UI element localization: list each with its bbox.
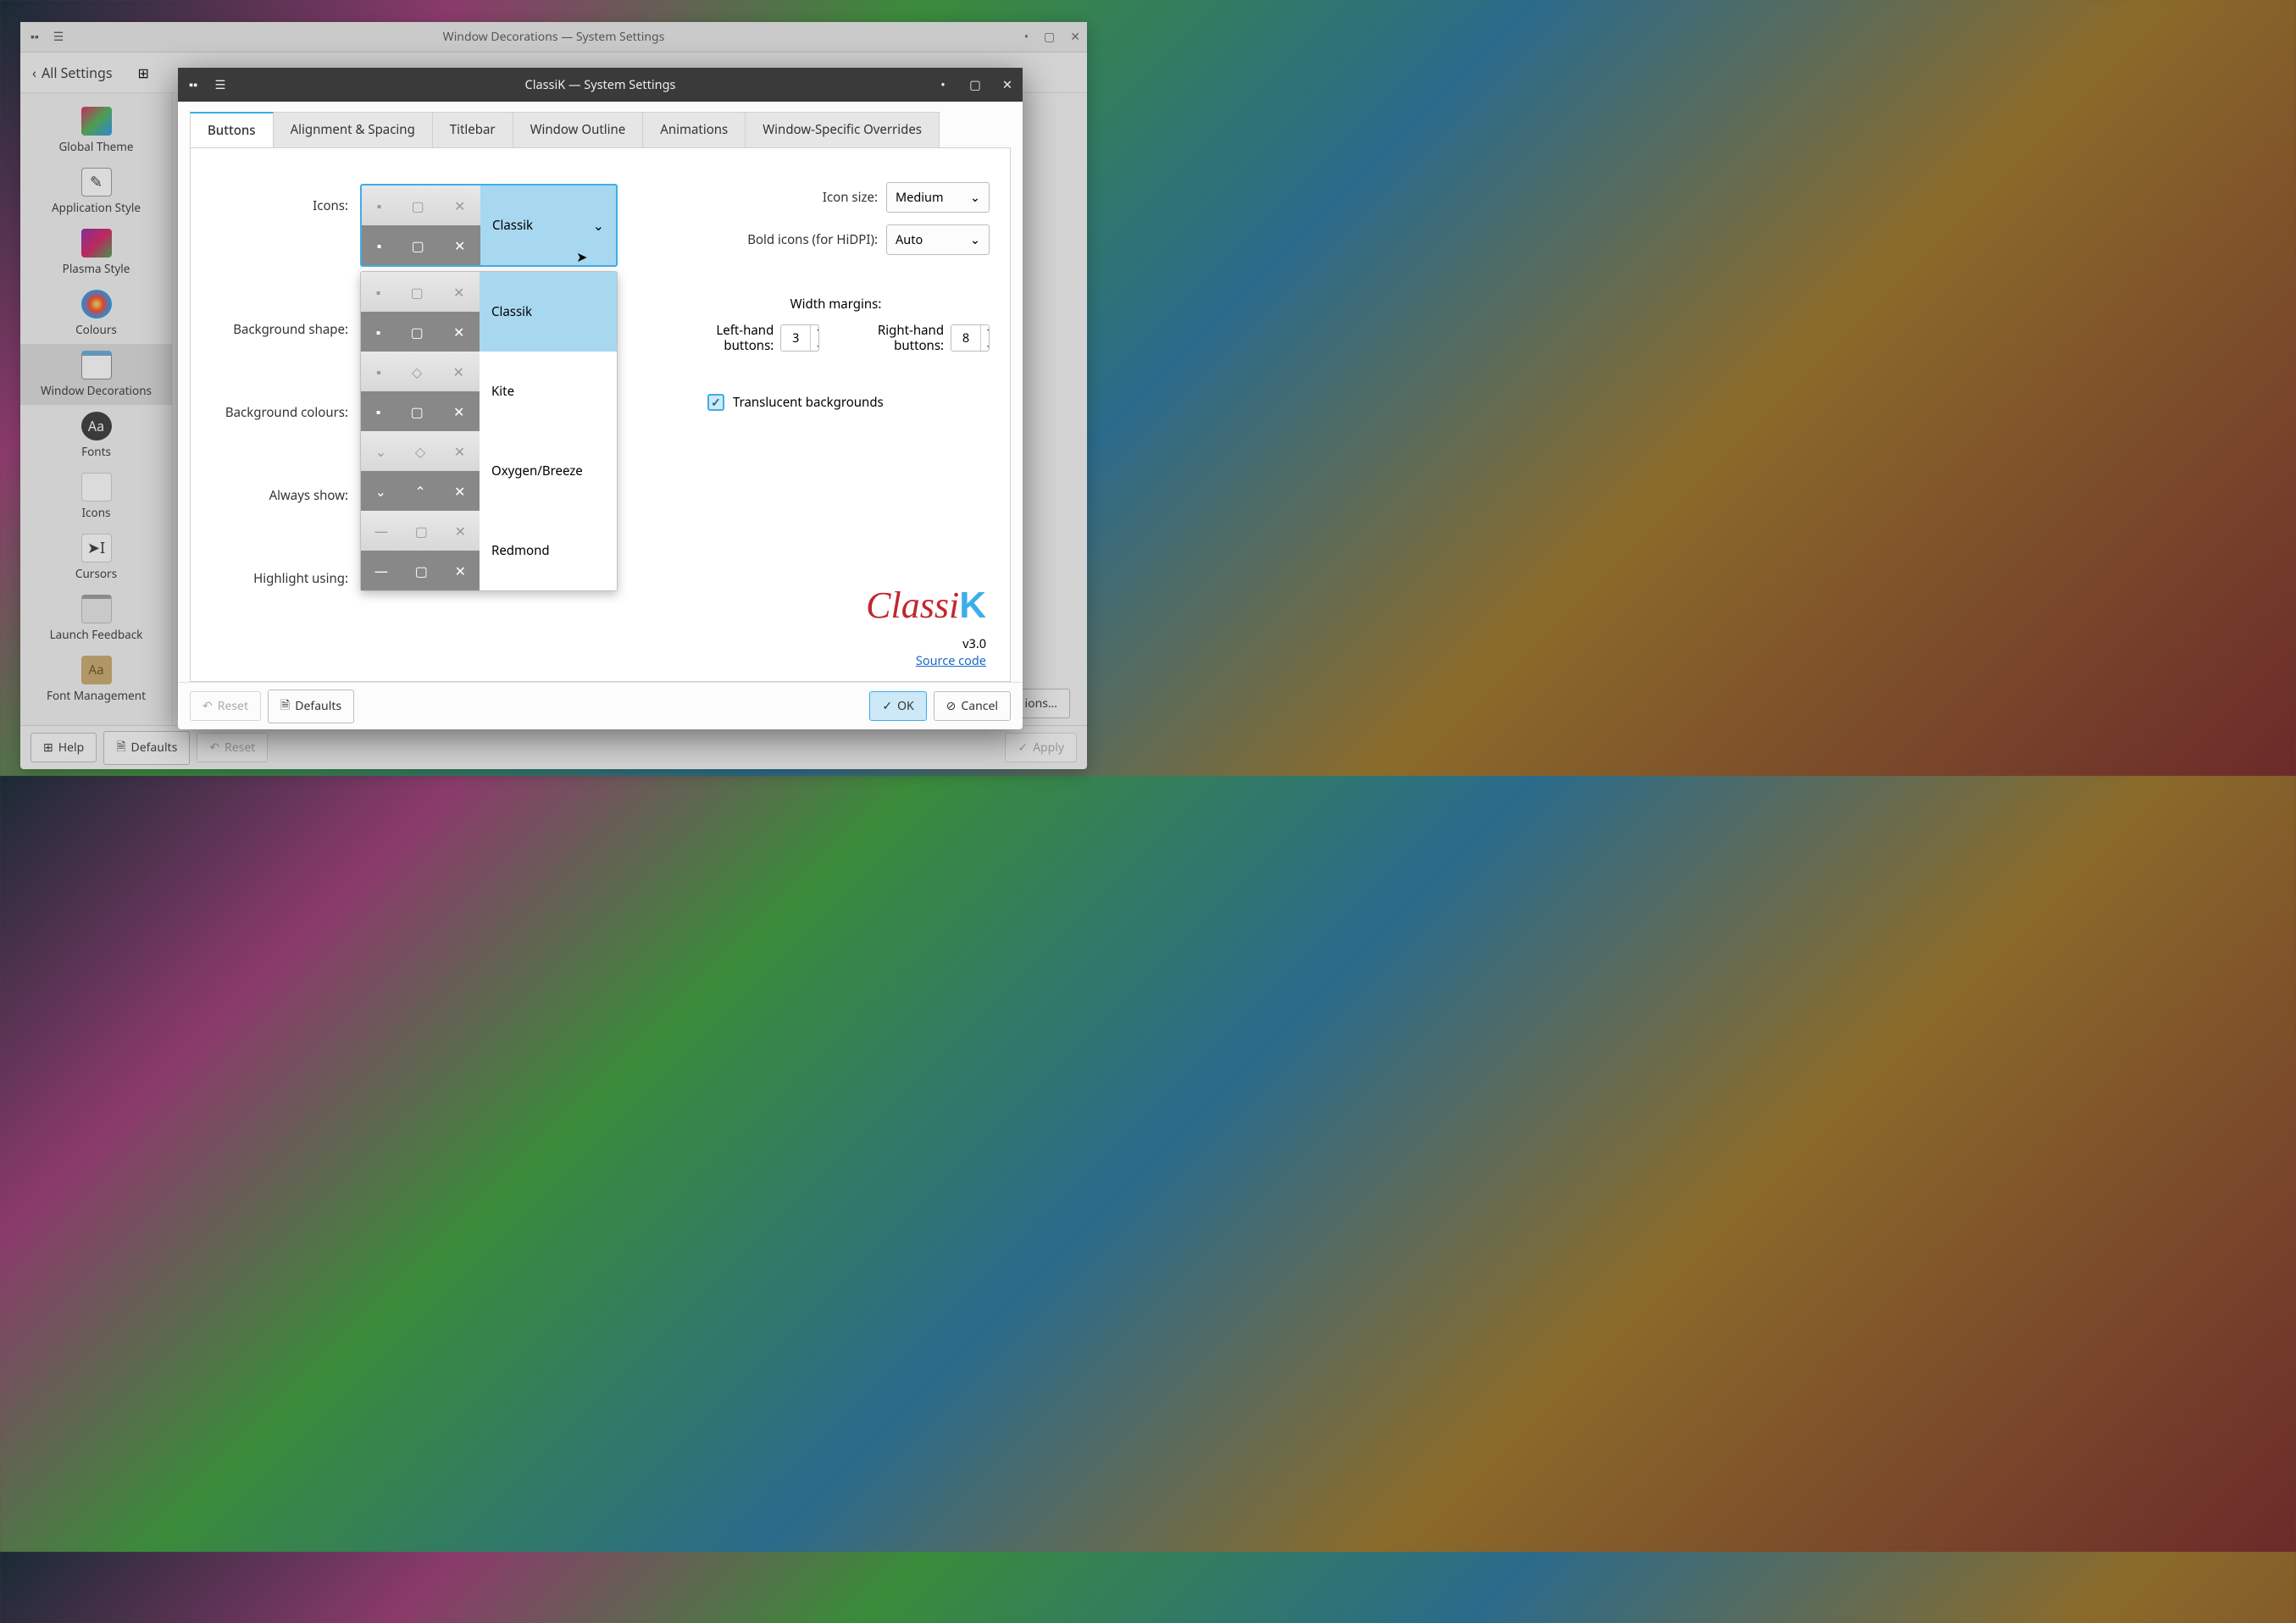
sidebar-toggle-icon[interactable]: ☰ [212, 76, 229, 93]
undo-icon: ↶ [209, 739, 219, 756]
tab-window-outline[interactable]: Window Outline [513, 112, 644, 147]
sidebar-toggle-icon[interactable]: ☰ [51, 30, 66, 45]
undo-icon: ↶ [202, 698, 213, 714]
dropdown-option-oxygen[interactable]: ⌄◇✕ ⌄⌃✕ Oxygen/Breeze [361, 431, 617, 511]
back-button[interactable]: ‹ All Settings [32, 64, 113, 82]
sidebar-item-icons[interactable]: Icons [20, 466, 172, 527]
close-icon[interactable]: ✕ [999, 76, 1016, 93]
maximize-icon[interactable]: ▢ [1044, 29, 1055, 45]
help-button[interactable]: ⊞ Help [31, 733, 97, 762]
check-icon: ✓ [1018, 739, 1028, 756]
left-buttons-spinbox[interactable]: ⌃⌄ [780, 324, 819, 352]
spin-down-icon[interactable]: ⌄ [811, 338, 819, 351]
dialog-titlebar: ▪▪ ☰ ClassiK — System Settings • ▢ ✕ [178, 68, 1023, 102]
bold-icons-select[interactable]: Auto ⌄ [886, 224, 990, 255]
back-label: All Settings [42, 64, 113, 82]
label-icon-size: Icon size: [682, 189, 886, 206]
classik-dialog: ▪▪ ☰ ClassiK — System Settings • ▢ ✕ But… [178, 68, 1023, 729]
chevron-down-icon: ⌄ [970, 189, 980, 206]
left-labels: Icons: Background shape: Background colo… [191, 197, 357, 587]
cancel-button[interactable]: ⊘ Cancel [934, 691, 1011, 721]
sidebar-item-fonts[interactable]: Aa Fonts [20, 405, 172, 466]
spin-down-icon[interactable]: ⌄ [981, 338, 990, 351]
maximize-icon[interactable]: ▢ [967, 76, 984, 93]
source-code-link[interactable]: Source code [916, 652, 986, 669]
sidebar-item-global-theme[interactable]: Global Theme [20, 100, 172, 161]
sidebar-item-application-style[interactable]: ✎ Application Style [20, 161, 172, 222]
tab-overrides[interactable]: Window-Specific Overrides [745, 112, 940, 147]
sidebar-item-window-decorations[interactable]: Window Decorations [20, 344, 172, 405]
tab-buttons[interactable]: Buttons [190, 112, 274, 147]
spin-up-icon[interactable]: ⌃ [811, 325, 819, 338]
app-menu-icon[interactable]: ▪▪ [27, 30, 42, 45]
version-label: v3.0 [916, 635, 986, 652]
label-bold-icons: Bold icons (for HiDPI): [682, 231, 886, 248]
chevron-left-icon: ‹ [32, 64, 36, 82]
cursor-icon: ➤ [576, 247, 587, 266]
dropdown-option-redmond[interactable]: —▢✕ —▢✕ Redmond [361, 511, 617, 590]
translucent-checkbox[interactable]: ✓ [707, 394, 724, 411]
ok-button[interactable]: ✓ OK [869, 691, 926, 721]
spin-up-icon[interactable]: ⌃ [981, 325, 990, 338]
minimize-icon[interactable]: • [1024, 29, 1029, 45]
label-right-buttons: Right-hand buttons: [845, 323, 944, 353]
label-width-margins: Width margins: [682, 296, 990, 313]
label-translucent: Translucent backgrounds [733, 394, 884, 411]
help-icon: ⊞ [43, 739, 53, 756]
document-icon: 🗎 [116, 738, 125, 758]
dropdown-option-classik[interactable]: ▪▢✕ ▪▢✕ Classik [361, 272, 617, 352]
chevron-down-icon: ⌄ [593, 186, 616, 265]
dialog-title: ClassiK — System Settings [525, 76, 676, 93]
sidebar-item-font-management[interactable]: Aa Font Management [20, 649, 172, 710]
sidebar-item-plasma-style[interactable]: Plasma Style [20, 222, 172, 283]
label-always-show: Always show: [191, 487, 357, 504]
check-icon: ✓ [882, 698, 892, 714]
sidebar-item-colours[interactable]: Colours [20, 283, 172, 344]
tab-content: Icons: Background shape: Background colo… [190, 148, 1011, 682]
chevron-down-icon: ⌄ [970, 231, 980, 248]
cancel-icon: ⊘ [946, 698, 957, 714]
parent-footer: ⊞ Help 🗎 Defaults ↶ Reset ✓ Apply [20, 725, 1087, 769]
settings-sidebar: Global Theme ✎ Application Style Plasma … [20, 93, 173, 725]
sidebar-item-cursors[interactable]: ➤I Cursors [20, 527, 172, 588]
icon-size-select[interactable]: Medium ⌄ [886, 182, 990, 213]
dialog-defaults-button[interactable]: 🗎 Defaults [268, 690, 354, 723]
classik-logo: ClassiK [866, 584, 986, 627]
sidebar-item-launch-feedback[interactable]: Launch Feedback [20, 588, 172, 649]
label-left-buttons: Left-hand buttons: [682, 323, 774, 353]
minimize-icon[interactable]: • [934, 76, 951, 93]
app-menu-icon[interactable]: ▪▪ [185, 76, 202, 93]
preview-classik: ▪▢✕ ▪▢✕ [362, 186, 480, 265]
dialog-reset-button: ↶ Reset [190, 691, 261, 721]
dialog-tabs: Buttons Alignment & Spacing Titlebar Win… [190, 112, 1011, 148]
parent-reset-button: ↶ Reset [197, 733, 268, 762]
module-icon: ⊞ [138, 64, 149, 82]
tab-animations[interactable]: Animations [642, 112, 746, 147]
dialog-footer: ↶ Reset 🗎 Defaults ✓ OK ⊘ Cancel [178, 682, 1023, 729]
parent-window-title: Window Decorations — System Settings [443, 29, 665, 45]
document-icon: 🗎 [280, 696, 290, 717]
label-icons: Icons: [191, 197, 357, 214]
module-indicator: ⊞ [138, 64, 149, 82]
label-highlight: Highlight using: [191, 570, 357, 587]
parent-defaults-button[interactable]: 🗎 Defaults [103, 731, 190, 765]
tab-titlebar[interactable]: Titlebar [432, 112, 513, 147]
dropdown-option-kite[interactable]: ▪◇✕ ▪▢✕ Kite [361, 352, 617, 431]
right-buttons-spinbox[interactable]: ⌃⌄ [951, 324, 990, 352]
icons-dropdown-popup: ▪▢✕ ▪▢✕ Classik ▪◇✕ ▪▢✕ Kite ⌄◇✕ ⌄⌃✕ [360, 271, 618, 591]
parent-apply-button: ✓ Apply [1005, 733, 1077, 762]
label-bg-shape: Background shape: [191, 321, 357, 338]
parent-titlebar: ▪▪ ☰ Window Decorations — System Setting… [20, 22, 1087, 53]
label-bg-colours: Background colours: [191, 404, 357, 421]
close-icon[interactable]: ✕ [1070, 29, 1080, 45]
tab-alignment[interactable]: Alignment & Spacing [273, 112, 433, 147]
